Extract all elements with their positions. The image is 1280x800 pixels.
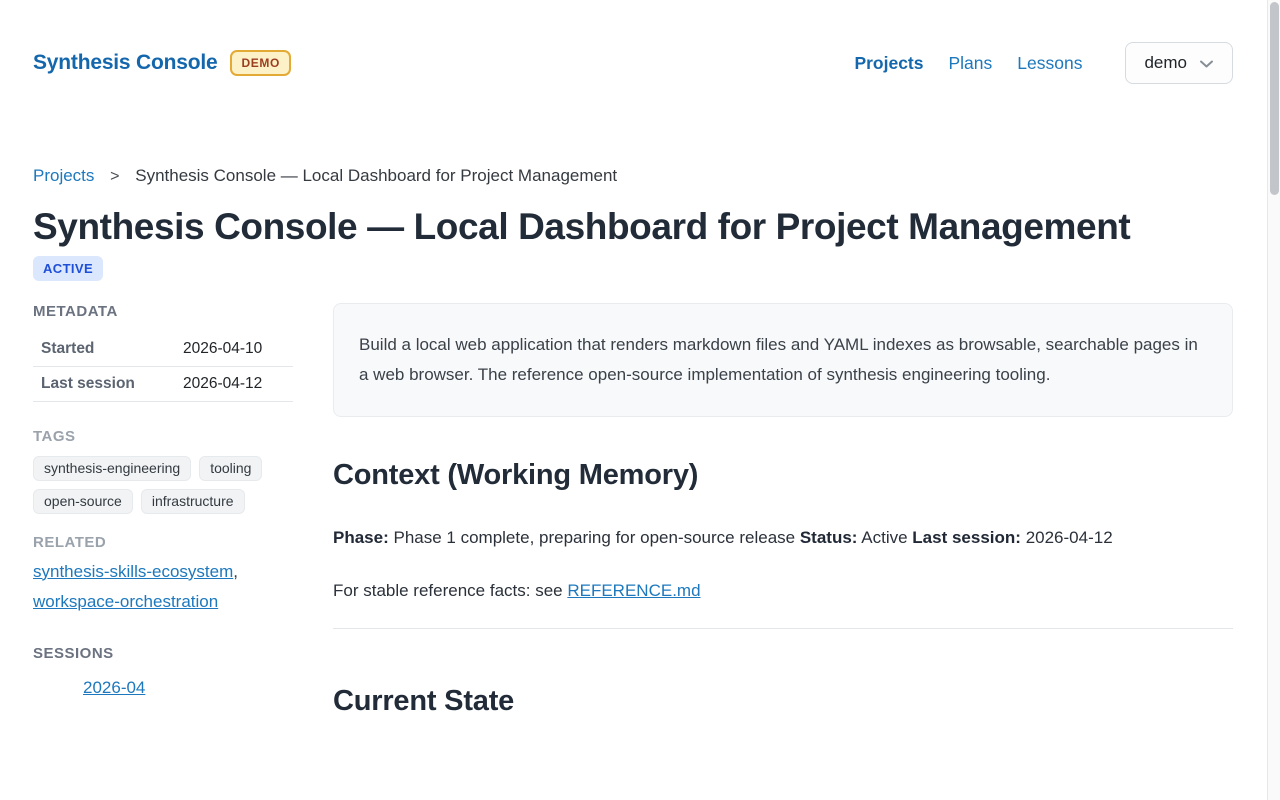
tag-chip: tooling [199,456,262,481]
context-summary: Phase: Phase 1 complete, preparing for o… [333,521,1233,554]
section-divider [333,628,1233,629]
metadata-value-last-session: 2026-04-12 [175,366,293,401]
tags-section: TAGS synthesis-engineering tooling open-… [33,428,293,514]
tag-chip: infrastructure [141,489,245,514]
session-list: 2026-04 [33,678,293,698]
nav-item-lessons[interactable]: Lessons [1017,53,1082,74]
project-description: Build a local web application that rende… [359,330,1207,390]
page-container: Synthesis Console DEMO Projects Plans Le… [33,0,1233,718]
user-menu-label: demo [1144,53,1187,73]
status-label: Status: [800,528,858,547]
sessions-section: SESSIONS 2026-04 [33,645,293,698]
metadata-table: Started 2026-04-10 Last session 2026-04-… [33,332,293,402]
nav-item-projects[interactable]: Projects [854,53,923,74]
current-state-heading: Current State [333,685,1233,718]
table-row: Last session 2026-04-12 [33,366,293,401]
related-links: synthesis-skills-ecosystem, workspace-or… [33,557,293,617]
context-section-heading: Context (Working Memory) [333,459,1233,492]
brand-area: Synthesis Console DEMO [33,50,291,76]
app-header: Synthesis Console DEMO Projects Plans Le… [33,0,1233,84]
page-title: Synthesis Console — Local Dashboard for … [33,205,1233,249]
layout: METADATA Started 2026-04-10 Last session… [33,303,1233,718]
tag-chip: synthesis-engineering [33,456,191,481]
project-description-box: Build a local web application that rende… [333,303,1233,417]
metadata-heading: METADATA [33,303,293,320]
breadcrumb-projects-link[interactable]: Projects [33,166,94,185]
tag-chip: open-source [33,489,133,514]
last-session-value: 2026-04-12 [1026,528,1113,547]
tag-list: synthesis-engineering tooling open-sourc… [33,456,293,514]
table-row: Started 2026-04-10 [33,332,293,367]
scrollbar[interactable] [1267,0,1280,800]
related-link-synthesis-skills-ecosystem[interactable]: synthesis-skills-ecosystem [33,562,233,581]
list-item: 2026-04 [83,678,293,698]
metadata-section: METADATA Started 2026-04-10 Last session… [33,303,293,402]
status-badge: ACTIVE [33,256,103,281]
reference-prefix: For stable reference facts: see [333,581,563,600]
main-content: Build a local web application that rende… [333,303,1233,718]
metadata-label-last-session: Last session [33,366,175,401]
status-value: Active [861,528,907,547]
metadata-value-started: 2026-04-10 [175,332,293,367]
nav-item-plans[interactable]: Plans [949,53,993,74]
chevron-down-icon [1199,59,1214,69]
phase-label: Phase: [333,528,389,547]
related-separator: , [233,562,238,581]
user-menu-button[interactable]: demo [1125,42,1233,84]
brand-link[interactable]: Synthesis Console [33,51,217,75]
breadcrumb: Projects > Synthesis Console — Local Das… [33,166,1233,186]
sessions-heading: SESSIONS [33,645,293,662]
breadcrumb-current: Synthesis Console — Local Dashboard for … [135,166,617,185]
related-link-workspace-orchestration[interactable]: workspace-orchestration [33,592,218,611]
tags-heading: TAGS [33,428,293,445]
scrollbar-thumb[interactable] [1270,2,1279,195]
reference-note: For stable reference facts: see REFERENC… [333,581,1233,601]
related-heading: RELATED [33,534,293,551]
related-section: RELATED synthesis-skills-ecosystem, work… [33,534,293,617]
metadata-label-started: Started [33,332,175,367]
reference-md-link[interactable]: REFERENCE.md [567,581,700,600]
breadcrumb-separator: > [110,168,119,185]
last-session-label: Last session: [912,528,1021,547]
main-nav: Projects Plans Lessons demo [854,42,1233,84]
sidebar: METADATA Started 2026-04-10 Last session… [33,303,293,698]
demo-badge: DEMO [230,50,290,76]
phase-value: Phase 1 complete, preparing for open-sou… [393,528,795,547]
session-link-2026-04[interactable]: 2026-04 [83,678,145,697]
